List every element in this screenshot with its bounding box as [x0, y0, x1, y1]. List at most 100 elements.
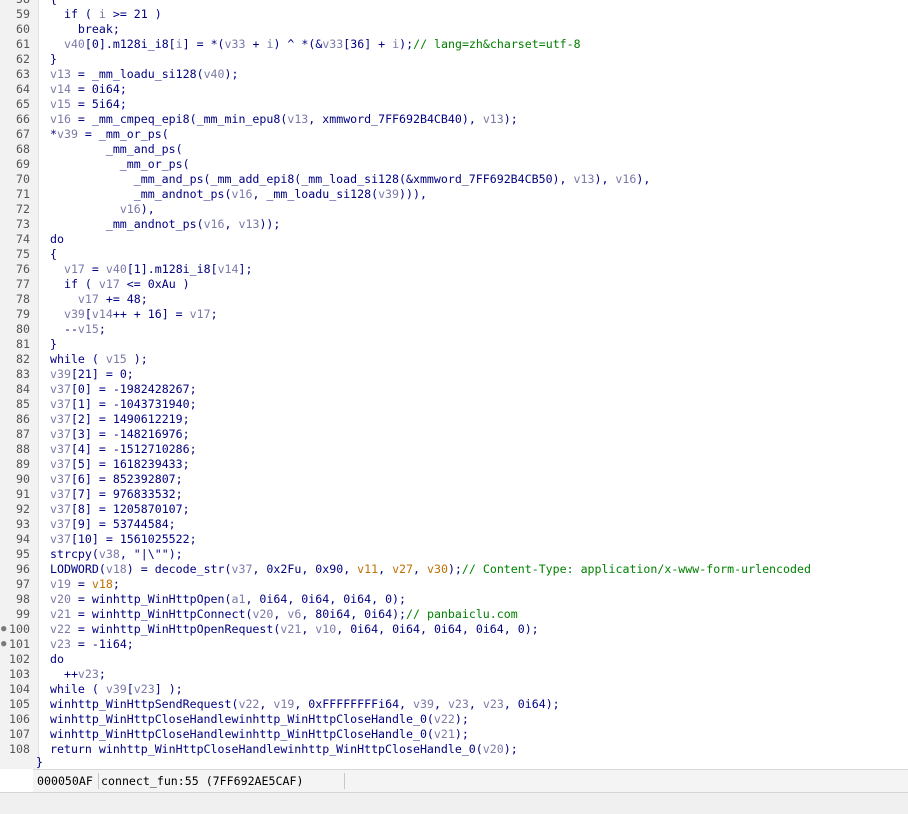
variable-token[interactable]: v10	[315, 622, 336, 636]
code-line[interactable]: 94 v37[10] = 1561025522;	[0, 532, 908, 547]
variable-token[interactable]: v39	[64, 307, 85, 321]
code-line[interactable]: 108 return winhttp_WinHttpCloseHandlewinh…	[0, 742, 908, 757]
variable-token[interactable]: v16	[615, 172, 636, 186]
code-line[interactable]: 74 do	[0, 232, 908, 247]
code-line[interactable]: 104 while ( v39[v23] );	[0, 682, 908, 697]
code-line[interactable]: 79 v39[v14++ + 16] = v17;	[0, 307, 908, 322]
variable-token[interactable]: v13	[483, 112, 504, 126]
code-line[interactable]: 78 v17 += 48;	[0, 292, 908, 307]
code-line[interactable]: 66 v16 = _mm_cmpeq_epi8(_mm_min_epu8(v13,…	[0, 112, 908, 127]
code-line[interactable]: 103 ++v23;	[0, 667, 908, 682]
code-line[interactable]: 102 do	[0, 652, 908, 667]
variable-token[interactable]: v14	[218, 262, 239, 276]
variable-token[interactable]: v37	[50, 412, 71, 426]
horizontal-scrollbar[interactable]	[0, 792, 908, 814]
code-line[interactable]: 80 --v15;	[0, 322, 908, 337]
variable-token[interactable]: v37	[50, 472, 71, 486]
variable-token[interactable]: v16	[120, 202, 141, 216]
code-line[interactable]: 63 v13 = _mm_loadu_si128(v40);	[0, 67, 908, 82]
code-line[interactable]: 60 break;	[0, 22, 908, 37]
variable-token[interactable]: v37	[50, 517, 71, 531]
highlighted-variable-token[interactable]: v11	[357, 562, 378, 576]
variable-token[interactable]: v21	[50, 607, 71, 621]
code-line[interactable]: 76 v17 = v40[1].m128i_i8[v14];	[0, 262, 908, 277]
code-line[interactable]: 75 {	[0, 247, 908, 262]
variable-token[interactable]: i	[176, 37, 183, 51]
code-area[interactable]: 58{59 if ( i >= 21 )60 break;61 v40[0].m…	[0, 0, 908, 757]
variable-token[interactable]: v37	[50, 442, 71, 456]
variable-token[interactable]: v23	[483, 697, 504, 711]
code-line[interactable]: 91 v37[7] = 976833532;	[0, 487, 908, 502]
code-line[interactable]: 106 winhttp_WinHttpCloseHandlewinhttp_Win…	[0, 712, 908, 727]
code-line[interactable]: 81}	[0, 337, 908, 352]
code-line[interactable]: 72 v16),	[0, 202, 908, 217]
code-line[interactable]: 62}	[0, 52, 908, 67]
variable-token[interactable]: v13	[238, 217, 259, 231]
variable-token[interactable]: v39	[50, 367, 71, 381]
variable-token[interactable]: v39	[57, 127, 78, 141]
variable-token[interactable]: v23	[78, 667, 99, 681]
variable-token[interactable]: v39	[378, 187, 399, 201]
variable-token[interactable]: v40	[106, 262, 127, 276]
code-line[interactable]: 86 v37[2] = 1490612219;	[0, 412, 908, 427]
code-line[interactable]: 98 v20 = winhttp_WinHttpOpen(a1, 0i64, 0i…	[0, 592, 908, 607]
code-line[interactable]: 99 v21 = winhttp_WinHttpConnect(v20, v6, …	[0, 607, 908, 622]
code-line[interactable]: 61 v40[0].m128i_i8[i] = *(v33 + i) ^ *(&…	[0, 37, 908, 52]
variable-token[interactable]: v40	[64, 37, 85, 51]
variable-token[interactable]: v15	[50, 97, 71, 111]
code-line[interactable]: 85 v37[1] = -1043731940;	[0, 397, 908, 412]
code-line[interactable]: 82 while ( v15 );	[0, 352, 908, 367]
code-line[interactable]: 95 strcpy(v38, "|\"");	[0, 547, 908, 562]
code-line[interactable]: 88 v37[4] = -1512710286;	[0, 442, 908, 457]
code-line[interactable]: 87 v37[3] = -148216976;	[0, 427, 908, 442]
variable-token[interactable]: a1	[232, 592, 246, 606]
code-line[interactable]: ● 101 v23 = -1i64;	[0, 637, 908, 652]
code-line[interactable]: 92 v37[8] = 1205870107;	[0, 502, 908, 517]
code-line[interactable]: 65 v15 = 5i64;	[0, 97, 908, 112]
code-line[interactable]: 73 _mm_andnot_ps(v16, v13));	[0, 217, 908, 232]
code-line[interactable]: 58 {	[0, 0, 908, 7]
variable-token[interactable]: v37	[50, 382, 71, 396]
variable-token[interactable]: v21	[434, 727, 455, 741]
variable-token[interactable]: v6	[287, 607, 301, 621]
variable-token[interactable]: v40	[204, 67, 225, 81]
variable-token[interactable]: v19	[273, 697, 294, 711]
variable-token[interactable]: v20	[483, 742, 504, 756]
variable-token[interactable]: v39	[106, 682, 127, 696]
variable-token[interactable]: v37	[232, 562, 253, 576]
variable-token[interactable]: v23	[448, 697, 469, 711]
variable-token[interactable]: v17	[78, 292, 99, 306]
variable-token[interactable]: v33	[225, 37, 246, 51]
variable-token[interactable]: v13	[50, 67, 71, 81]
variable-token[interactable]: v20	[252, 607, 273, 621]
variable-token[interactable]: v37	[50, 487, 71, 501]
variable-token[interactable]: v19	[50, 577, 71, 591]
variable-token[interactable]: v16	[231, 187, 252, 201]
code-line[interactable]: 71 _mm_andnot_ps(v16, _mm_loadu_si128(v3…	[0, 187, 908, 202]
variable-token[interactable]: v14	[92, 307, 113, 321]
code-line[interactable]: 64 v14 = 0i64;	[0, 82, 908, 97]
variable-token[interactable]: v37	[50, 457, 71, 471]
variable-token[interactable]: v13	[287, 112, 308, 126]
variable-token[interactable]: v15	[78, 322, 99, 336]
variable-token[interactable]: v37	[50, 502, 71, 516]
variable-token[interactable]: v13	[574, 172, 595, 186]
variable-token[interactable]: v38	[99, 547, 120, 561]
variable-token[interactable]: v20	[50, 592, 71, 606]
code-line[interactable]: 97 v19 = v18;	[0, 577, 908, 592]
variable-token[interactable]: v37	[50, 427, 71, 441]
variable-token[interactable]: v18	[106, 562, 127, 576]
code-line[interactable]: 84 v37[0] = -1982428267;	[0, 382, 908, 397]
code-line[interactable]: 107 winhttp_WinHttpCloseHandlewinhttp_Win…	[0, 727, 908, 742]
variable-token[interactable]: i	[99, 7, 106, 21]
code-line[interactable]: 93 v37[9] = 53744584;	[0, 517, 908, 532]
variable-token[interactable]: v22	[50, 622, 71, 636]
variable-token[interactable]: v33	[322, 37, 343, 51]
variable-token[interactable]: v17	[190, 307, 211, 321]
code-line[interactable]: 67 *v39 = _mm_or_ps(	[0, 127, 908, 142]
variable-token[interactable]: v37	[50, 532, 71, 546]
code-line[interactable]: 68 _mm_and_ps(	[0, 142, 908, 157]
variable-token[interactable]: v16	[204, 217, 225, 231]
code-line[interactable]: 89 v37[5] = 1618239433;	[0, 457, 908, 472]
code-line[interactable]: 105 winhttp_WinHttpSendRequest(v22, v19, …	[0, 697, 908, 712]
